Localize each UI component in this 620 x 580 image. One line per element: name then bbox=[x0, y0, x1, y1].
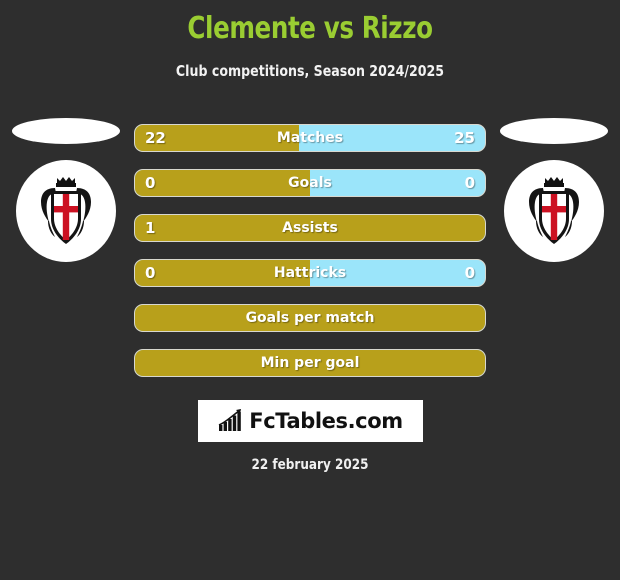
stat-row: Goals per match bbox=[134, 304, 486, 332]
stat-row: 22 Matches 25 bbox=[134, 124, 486, 152]
home-team-column bbox=[4, 118, 128, 283]
stat-label: Goals bbox=[288, 175, 332, 191]
away-stat-value: 0 bbox=[464, 264, 475, 282]
stat-row: 0 Goals 0 bbox=[134, 169, 486, 197]
fctables-logo-text: FcTables.com bbox=[249, 409, 403, 433]
stat-label: Hattricks bbox=[273, 265, 347, 281]
away-team-crest bbox=[504, 160, 604, 262]
away-stat-value: 0 bbox=[464, 174, 475, 192]
home-team-logo-placeholder bbox=[12, 118, 120, 144]
stat-row: Min per goal bbox=[134, 349, 486, 377]
stat-label: Matches bbox=[276, 130, 344, 146]
date-label: 22 february 2025 bbox=[251, 457, 369, 473]
club-crest-icon bbox=[529, 177, 579, 244]
away-stat-value: 25 bbox=[454, 129, 475, 147]
stat-label: Goals per match bbox=[245, 310, 375, 326]
page-title: Clemente vs Rizzo bbox=[187, 11, 433, 46]
stat-row: 1 Assists bbox=[134, 214, 486, 242]
away-team-logo-placeholder bbox=[500, 118, 608, 144]
fctables-logo[interactable]: FcTables.com bbox=[198, 400, 423, 442]
home-team-crest bbox=[16, 160, 116, 262]
stats-list: 22 Matches 25 0 Goals 0 1 Assists 0 Hatt… bbox=[134, 124, 486, 394]
club-crest-icon bbox=[41, 177, 91, 244]
page-subtitle: Club competitions, Season 2024/2025 bbox=[175, 62, 445, 80]
stat-label: Assists bbox=[282, 220, 338, 236]
stat-row: 0 Hattricks 0 bbox=[134, 259, 486, 287]
stat-label: Min per goal bbox=[260, 355, 360, 371]
away-team-column bbox=[492, 118, 616, 283]
bar-chart-growth-icon bbox=[218, 409, 242, 431]
comparison-infographic: Clemente vs Rizzo Club competitions, Sea… bbox=[0, 0, 620, 580]
